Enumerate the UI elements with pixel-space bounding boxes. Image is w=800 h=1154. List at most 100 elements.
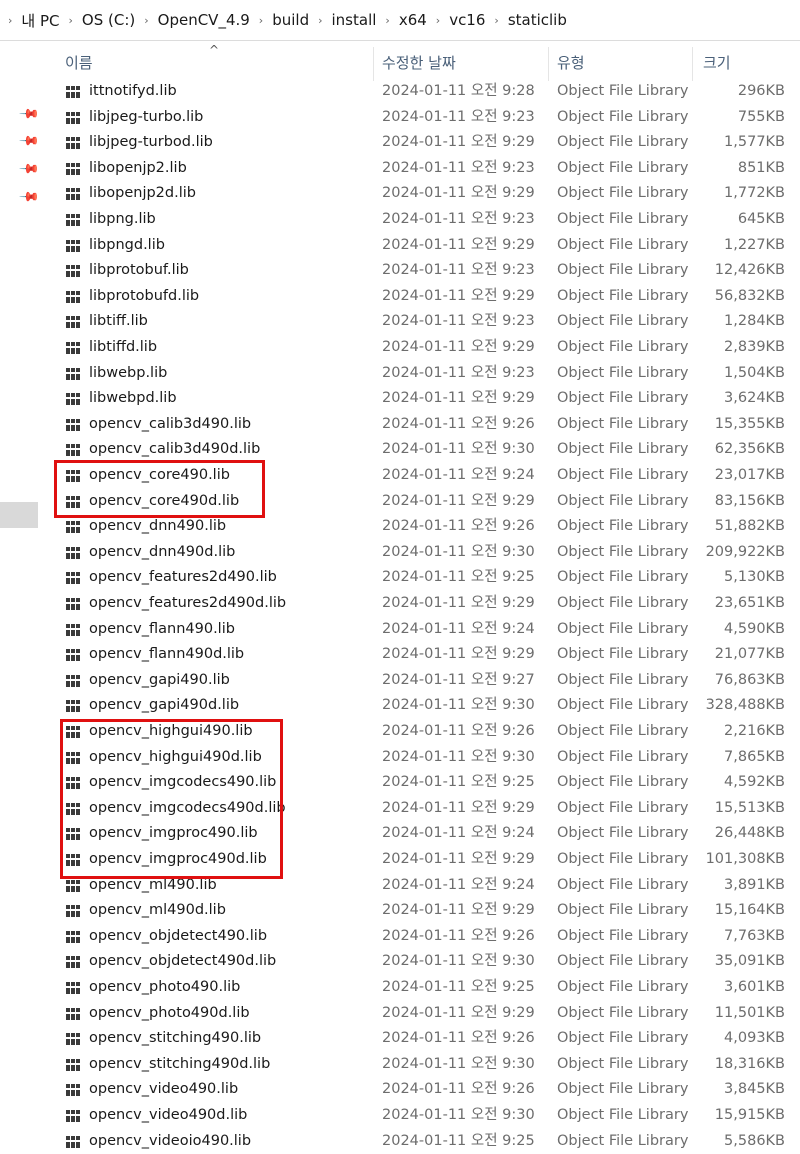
library-file-icon bbox=[66, 214, 82, 226]
file-row[interactable]: opencv_video490d.lib 2024-01-11 오전 9:30 Ob… bbox=[55, 1103, 800, 1129]
file-row[interactable]: libjpeg-turbod.lib 2024-01-11 오전 9:29 Obje… bbox=[55, 130, 800, 156]
file-row[interactable]: opencv_objdetect490.lib 2024-01-11 오전 9:2… bbox=[55, 924, 800, 950]
chevron-right-icon[interactable]: › bbox=[318, 14, 322, 27]
column-header-type[interactable]: 유형 bbox=[557, 41, 585, 83]
library-file-icon bbox=[66, 1084, 82, 1097]
file-type: Object File Library bbox=[557, 211, 689, 227]
file-row[interactable]: opencv_objdetect490d.lib 2024-01-11 오전 9:… bbox=[55, 949, 800, 975]
file-type: Object File Library bbox=[557, 799, 689, 816]
file-type: Object File Library bbox=[557, 543, 689, 560]
file-size: 56,832KB bbox=[714, 287, 785, 304]
file-row[interactable]: libopenjp2d.lib 2024-01-11 오전 9:29 Object … bbox=[55, 181, 800, 207]
library-file-icon bbox=[66, 1033, 82, 1046]
file-row[interactable]: opencv_calib3d490.lib 2024-01-11 오전 9:26 O… bbox=[55, 412, 800, 438]
file-row[interactable]: opencv_photo490d.lib 2024-01-11 오전 9:29 Ob… bbox=[55, 1001, 800, 1027]
file-name: libjpeg-turbod.lib bbox=[89, 134, 213, 151]
file-size: 15,355KB bbox=[714, 415, 785, 432]
file-row[interactable]: ittnotifyd.lib 2024-01-11 오전 9:28 Object F… bbox=[55, 79, 800, 105]
breadcrumb: › 내 PC › OS (C:) › OpenCV_4.9 › build › install › x… bbox=[0, 0, 800, 41]
file-date: 2024-01-11 오전 9:25 bbox=[382, 774, 535, 791]
breadcrumb-item[interactable]: x64 bbox=[399, 11, 427, 29]
breadcrumb-item[interactable]: install bbox=[332, 11, 377, 29]
breadcrumb-item[interactable]: 내 PC bbox=[21, 10, 59, 31]
file-row[interactable]: libjpeg-turbo.lib 2024-01-11 오전 9:23 Objec… bbox=[55, 105, 800, 131]
file-date: 2024-01-11 오전 9:29 bbox=[382, 339, 535, 355]
pin-icon[interactable]: 📌 bbox=[18, 158, 40, 180]
file-size: 15,513KB bbox=[714, 799, 785, 816]
chevron-right-icon[interactable]: › bbox=[436, 14, 440, 27]
file-row[interactable]: opencv_gapi490.lib 2024-01-11 오전 9:27 Obje… bbox=[55, 668, 800, 694]
breadcrumb-item[interactable]: OpenCV_4.9 bbox=[158, 11, 250, 29]
file-row[interactable]: libprotobuf.lib 2024-01-11 오전 9:23 Object … bbox=[55, 258, 800, 284]
file-row[interactable]: opencv_stitching490d.lib 2024-01-11 오전 9:… bbox=[55, 1052, 800, 1078]
breadcrumb-item[interactable]: staticlib bbox=[508, 11, 567, 29]
file-row[interactable]: libopenjp2.lib 2024-01-11 오전 9:23 Object F… bbox=[55, 156, 800, 182]
pin-icon[interactable]: 📌 bbox=[18, 103, 40, 125]
file-row[interactable]: opencv_flann490d.lib 2024-01-11 오전 9:29 Ob… bbox=[55, 642, 800, 668]
library-file-icon bbox=[66, 623, 82, 636]
chevron-right-icon[interactable]: › bbox=[69, 14, 73, 27]
file-row[interactable]: opencv_ml490d.lib 2024-01-11 오전 9:29 Objec… bbox=[55, 898, 800, 924]
file-type: Object File Library bbox=[557, 1030, 689, 1047]
library-file-icon bbox=[66, 86, 82, 98]
file-date: 2024-01-11 오전 9:29 bbox=[382, 851, 535, 867]
file-date: 2024-01-11 오전 9:23 bbox=[382, 108, 535, 125]
file-row[interactable]: libpng.lib 2024-01-11 오전 9:23 Object File … bbox=[55, 207, 800, 233]
file-row[interactable]: opencv_features2d490.lib 2024-01-11 오전 9:… bbox=[55, 565, 800, 591]
file-row[interactable]: opencv_video490.lib 2024-01-11 오전 9:26 Obj… bbox=[55, 1077, 800, 1103]
file-row[interactable]: libprotobufd.lib 2024-01-11 오전 9:29 Object… bbox=[55, 284, 800, 310]
file-type: Object File Library bbox=[557, 339, 689, 355]
file-date: 2024-01-11 오전 9:30 bbox=[382, 1055, 535, 1072]
file-name: opencv_video490.lib bbox=[89, 1081, 239, 1098]
pin-icon[interactable]: 📌 bbox=[18, 186, 40, 208]
column-divider[interactable] bbox=[692, 47, 693, 81]
file-row[interactable]: opencv_dnn490.lib 2024-01-11 오전 9:26 Objec… bbox=[55, 514, 800, 540]
column-header-date[interactable]: 수정한 날짜 bbox=[382, 41, 456, 83]
library-file-icon bbox=[66, 342, 82, 354]
library-file-icon bbox=[66, 674, 82, 687]
library-file-icon bbox=[66, 598, 82, 610]
pin-icon[interactable]: 📌 bbox=[18, 130, 40, 152]
file-date: 2024-01-11 오전 9:29 bbox=[382, 595, 535, 611]
file-row[interactable]: opencv_gapi490d.lib 2024-01-11 오전 9:30 Obj… bbox=[55, 693, 800, 719]
column-divider[interactable] bbox=[373, 47, 374, 81]
breadcrumb-item[interactable]: vc16 bbox=[449, 11, 485, 29]
file-date: 2024-01-11 오전 9:26 bbox=[382, 927, 535, 944]
column-header-size[interactable]: 크기 bbox=[703, 41, 731, 83]
chevron-right-icon[interactable]: › bbox=[259, 14, 263, 27]
file-type: Object File Library bbox=[557, 287, 689, 304]
file-date: 2024-01-11 오전 9:24 bbox=[382, 825, 535, 842]
file-type: Object File Library bbox=[557, 134, 689, 151]
file-date: 2024-01-11 오전 9:29 bbox=[382, 134, 535, 151]
file-date: 2024-01-11 오전 9:23 bbox=[382, 364, 535, 381]
file-row[interactable]: opencv_dnn490d.lib 2024-01-11 오전 9:30 Obje… bbox=[55, 540, 800, 566]
file-row[interactable]: libtiffd.lib 2024-01-11 오전 9:29 Object Fil… bbox=[55, 335, 800, 361]
file-row[interactable]: libwebp.lib 2024-01-11 오전 9:23 Object File… bbox=[55, 361, 800, 387]
nav-selected-item[interactable] bbox=[0, 502, 38, 528]
file-date: 2024-01-11 오전 9:30 bbox=[382, 1107, 535, 1123]
column-header-name[interactable]: 이름 bbox=[65, 41, 93, 83]
file-row[interactable]: opencv_stitching490.lib 2024-01-11 오전 9:2… bbox=[55, 1026, 800, 1052]
file-row[interactable]: libpngd.lib 2024-01-11 오전 9:29 Object File… bbox=[55, 233, 800, 259]
highlight-box bbox=[60, 719, 283, 879]
file-row[interactable]: libtiff.lib 2024-01-11 오전 9:23 Object File… bbox=[55, 309, 800, 335]
file-date: 2024-01-11 오전 9:25 bbox=[382, 979, 535, 995]
file-type: Object File Library bbox=[557, 364, 689, 381]
file-name: opencv_features2d490d.lib bbox=[89, 595, 287, 611]
file-name: opencv_calib3d490.lib bbox=[89, 415, 252, 432]
chevron-right-icon[interactable]: › bbox=[385, 14, 389, 27]
chevron-right-icon[interactable]: › bbox=[8, 14, 12, 27]
breadcrumb-item[interactable]: build bbox=[272, 11, 309, 29]
breadcrumb-item[interactable]: OS (C:) bbox=[82, 11, 135, 29]
file-row[interactable]: opencv_features2d490d.lib 2024-01-11 오전 9… bbox=[55, 591, 800, 617]
file-type: Object File Library bbox=[557, 902, 689, 919]
file-row[interactable]: opencv_photo490.lib 2024-01-11 오전 9:25 Obj… bbox=[55, 975, 800, 1001]
column-divider[interactable] bbox=[548, 47, 549, 81]
file-size: 23,651KB bbox=[714, 595, 785, 611]
file-row[interactable]: opencv_videoio490.lib 2024-01-11 오전 9:25 O… bbox=[55, 1129, 800, 1154]
chevron-right-icon[interactable]: › bbox=[494, 14, 498, 27]
file-row[interactable]: libwebpd.lib 2024-01-11 오전 9:29 Object Fil… bbox=[55, 386, 800, 412]
chevron-right-icon[interactable]: › bbox=[144, 14, 148, 27]
file-type: Object File Library bbox=[557, 671, 689, 688]
file-row[interactable]: opencv_flann490.lib 2024-01-11 오전 9:24 Obj… bbox=[55, 617, 800, 643]
